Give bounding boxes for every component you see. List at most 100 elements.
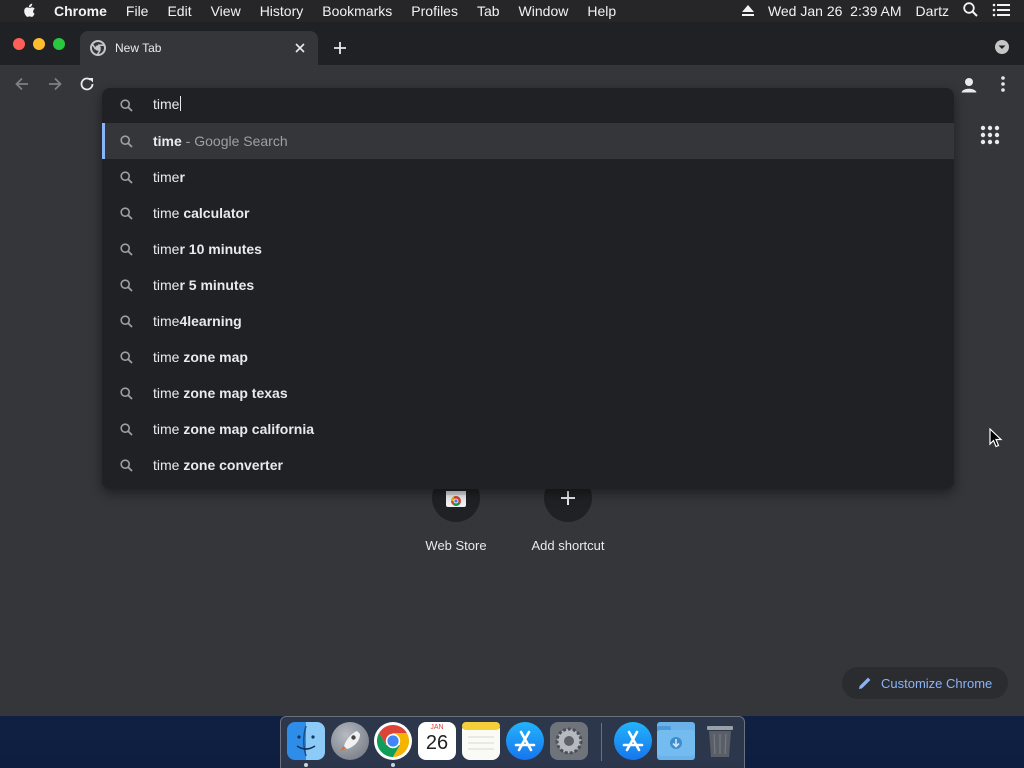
suggestion-typed-text: time [153, 205, 180, 221]
suggestion-completion-text: r 10 minutes [179, 241, 262, 257]
menu-tab[interactable]: Tab [477, 3, 500, 19]
search-icon [120, 279, 133, 292]
app-store-icon[interactable] [506, 722, 544, 760]
search-icon [120, 459, 133, 472]
mouse-pointer-icon [989, 427, 1003, 448]
suggestion-description: - Google Search [181, 133, 288, 149]
suggestion-completion-text: zone converter [179, 457, 283, 473]
omnibox-dropdown: time time - Google Search timer time cal… [102, 88, 954, 489]
suggestion-item[interactable]: timer [102, 159, 954, 195]
suggestion-item[interactable]: time - Google Search [102, 123, 954, 159]
search-icon [120, 387, 133, 400]
tab-new-tab[interactable]: New Tab [80, 31, 318, 65]
menu-app-name[interactable]: Chrome [54, 3, 107, 19]
close-window-button[interactable] [13, 38, 25, 50]
chrome-favicon-icon [90, 40, 106, 56]
apple-menu-icon[interactable] [20, 3, 38, 19]
chrome-icon[interactable] [374, 722, 412, 760]
search-icon [120, 351, 133, 364]
control-center-list-icon[interactable] [992, 3, 1010, 20]
suggestion-typed-text: time [153, 277, 180, 293]
customize-chrome-button[interactable]: Customize Chrome [842, 667, 1008, 699]
close-tab-icon[interactable] [292, 40, 308, 56]
running-indicator [304, 763, 308, 767]
tab-strip: New Tab [0, 22, 1024, 65]
menu-datetime[interactable]: Wed Jan 26 2:39 AM [768, 3, 902, 19]
app-store-download-icon[interactable] [614, 722, 652, 760]
search-icon [120, 135, 133, 148]
search-icon [120, 315, 133, 328]
calendar-icon[interactable]: JAN 26 [418, 722, 456, 760]
suggestion-completion-text: zone map california [179, 421, 315, 437]
spotlight-search-icon[interactable] [963, 2, 978, 20]
tab-search-chevron-icon[interactable] [994, 39, 1010, 55]
menu-user[interactable]: Dartz [916, 3, 949, 19]
shortcut-label: Add shortcut [531, 538, 605, 553]
menu-history[interactable]: History [260, 3, 304, 19]
fullscreen-window-button[interactable] [53, 38, 65, 50]
menu-profiles[interactable]: Profiles [411, 3, 458, 19]
minimize-window-button[interactable] [33, 38, 45, 50]
suggestion-typed-text: time [153, 421, 180, 437]
search-icon [120, 423, 133, 436]
notes-icon[interactable] [462, 722, 500, 760]
suggestion-typed-text: time [153, 313, 180, 329]
search-icon [120, 99, 133, 112]
suggestion-completion-text: 4learning [179, 313, 242, 329]
trash-icon[interactable] [701, 722, 739, 760]
downloads-folder-icon[interactable] [657, 722, 695, 760]
menu-window[interactable]: Window [519, 3, 569, 19]
menu-view[interactable]: View [211, 3, 241, 19]
suggestion-item[interactable]: time zone map texas [102, 375, 954, 411]
suggestion-item[interactable]: time zone map california [102, 411, 954, 447]
shortcut-label: Web Store [425, 538, 487, 553]
google-apps-grid-icon[interactable] [980, 125, 1000, 145]
suggestion-item[interactable]: time zone converter [102, 447, 954, 483]
browser-window: New Tab Web Store Add shortcut Customize… [0, 22, 1024, 716]
search-icon [120, 207, 133, 220]
suggestion-completion-text: r 5 minutes [179, 277, 255, 293]
suggestion-item[interactable]: timer 10 minutes [102, 231, 954, 267]
calendar-month-text: JAN [430, 724, 444, 731]
chrome-menu-icon[interactable] [995, 75, 1011, 93]
text-caret [180, 96, 182, 111]
suggestion-typed-text: time [153, 385, 180, 401]
launchpad-icon[interactable] [331, 722, 369, 760]
menu-bar: Chrome File Edit View History Bookmarks … [0, 0, 1024, 22]
running-indicator [391, 763, 395, 767]
menu-edit[interactable]: Edit [167, 3, 191, 19]
suggestion-item[interactable]: timer 5 minutes [102, 267, 954, 303]
new-tab-plus-icon[interactable] [331, 39, 349, 57]
omnibox-input[interactable]: time [102, 88, 954, 122]
pencil-icon [858, 676, 872, 690]
search-icon [120, 243, 133, 256]
finder-icon[interactable] [287, 722, 325, 760]
suggestion-completion-text: r [179, 169, 185, 185]
customize-chrome-label: Customize Chrome [881, 675, 993, 691]
suggestion-completion-text: zone map texas [179, 385, 288, 401]
menu-file[interactable]: File [126, 3, 149, 19]
suggestion-item[interactable]: time4learning [102, 303, 954, 339]
menu-help[interactable]: Help [587, 3, 616, 19]
forward-arrow-icon[interactable] [45, 74, 65, 94]
eject-icon[interactable] [741, 3, 754, 19]
reload-icon[interactable] [77, 74, 97, 94]
suggestion-typed-text: time [153, 169, 180, 185]
search-icon [120, 171, 133, 184]
profile-avatar-icon[interactable] [958, 74, 980, 96]
dock: JAN 26 [280, 716, 745, 768]
suggestion-typed-text: time [153, 457, 180, 473]
tab-title: New Tab [115, 41, 162, 55]
suggestion-text: time [153, 133, 182, 149]
calendar-day-text: 26 [425, 732, 449, 754]
suggestion-typed-text: time [153, 241, 180, 257]
system-preferences-icon[interactable] [550, 722, 588, 760]
suggestion-completion-text: calculator [179, 205, 250, 221]
suggestion-item[interactable]: time calculator [102, 195, 954, 231]
dock-separator [601, 723, 602, 761]
suggestion-completion-text: zone map [179, 349, 248, 365]
suggestion-typed-text: time [153, 349, 180, 365]
back-arrow-icon[interactable] [12, 74, 32, 94]
menu-bookmarks[interactable]: Bookmarks [322, 3, 392, 19]
suggestion-item[interactable]: time zone map [102, 339, 954, 375]
